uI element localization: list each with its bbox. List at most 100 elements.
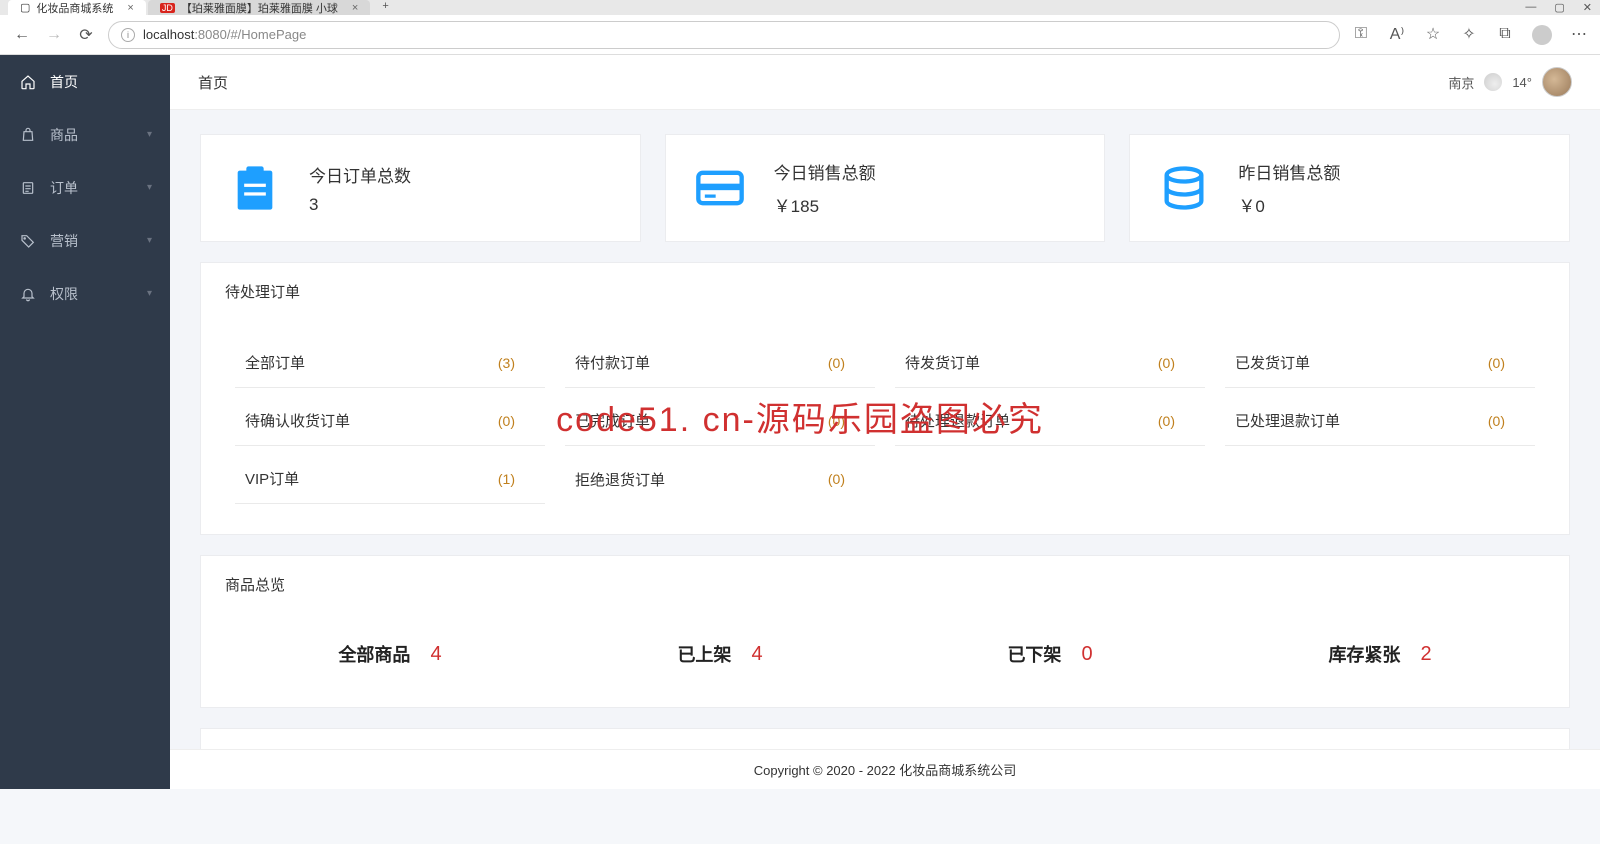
pending-item-shipped[interactable]: 已发货订单(0) bbox=[1225, 330, 1535, 388]
pending-item-completed[interactable]: 已完成订单(0) bbox=[565, 388, 875, 446]
page-icon: ▢ bbox=[20, 1, 30, 14]
sidebar-item-label: 商品 bbox=[50, 125, 78, 145]
address-bar[interactable]: i localhost:8080/#/HomePage bbox=[108, 21, 1340, 49]
sidebar-item-home[interactable]: 首页 bbox=[0, 55, 170, 108]
sidebar-item-permission[interactable]: 权限 ▾ bbox=[0, 267, 170, 320]
pending-item-refund-pending[interactable]: 待处理退款订单(0) bbox=[895, 388, 1205, 446]
sidebar-item-order[interactable]: 订单 ▾ bbox=[0, 161, 170, 214]
stat-card-today-sales: 今日销售总额 ￥185 bbox=[665, 134, 1106, 242]
goods-label: 全部商品 bbox=[338, 641, 410, 667]
sidebar-item-product[interactable]: 商品 ▾ bbox=[0, 108, 170, 161]
weather-icon bbox=[1484, 73, 1502, 91]
pending-label: 待付款订单 bbox=[575, 352, 650, 373]
more-icon[interactable]: ⋯ bbox=[1570, 25, 1588, 43]
card-icon bbox=[694, 162, 746, 214]
pending-count: (0) bbox=[828, 413, 845, 429]
pending-label: 已发货订单 bbox=[1235, 352, 1310, 373]
pending-item-all[interactable]: 全部订单 (3) bbox=[235, 330, 545, 388]
goods-label: 已下架 bbox=[1007, 641, 1061, 667]
browser-tab-strip: ▢ 化妆品商城系统 × JD 【珀莱雅面膜】珀莱雅面膜 小球 × + — ▢ ✕ bbox=[0, 0, 1600, 15]
browser-tab-active[interactable]: ▢ 化妆品商城系统 × bbox=[8, 0, 146, 15]
pending-item-vip[interactable]: VIP订单 (1) bbox=[235, 446, 545, 504]
chevron-down-icon: ▾ bbox=[147, 288, 152, 299]
goods-on-shelf[interactable]: 已上架 4 bbox=[555, 641, 885, 667]
pending-label: 已处理退款订单 bbox=[1235, 410, 1340, 431]
goods-all[interactable]: 全部商品 4 bbox=[225, 641, 555, 667]
goods-label: 库存紧张 bbox=[1328, 641, 1400, 667]
pending-item-unshipped[interactable]: 待发货订单(0) bbox=[895, 330, 1205, 388]
stat-value: ￥185 bbox=[774, 192, 876, 217]
pending-label: 待确认收货订单 bbox=[245, 410, 350, 431]
goods-value: 2 bbox=[1420, 643, 1431, 666]
chevron-down-icon: ▾ bbox=[147, 129, 152, 140]
goods-label: 已上架 bbox=[677, 641, 731, 667]
pending-label: 待处理退款订单 bbox=[905, 410, 1010, 431]
new-tab-button[interactable]: + bbox=[372, 0, 398, 15]
avatar[interactable] bbox=[1542, 67, 1572, 97]
panel-title: 订单统计 bbox=[201, 729, 1569, 749]
sidebar-item-label: 权限 bbox=[50, 284, 78, 304]
close-icon[interactable]: ✕ bbox=[1583, 1, 1592, 14]
copyright: Copyright © 2020 - 2022 化妆品商城系统公司 bbox=[754, 760, 1016, 779]
url-text: localhost:8080/#/HomePage bbox=[143, 27, 306, 42]
clipboard-icon bbox=[229, 162, 281, 214]
pending-item-unpaid[interactable]: 待付款订单(0) bbox=[565, 330, 875, 388]
maximize-icon[interactable]: ▢ bbox=[1554, 1, 1564, 14]
favorite-icon[interactable]: ☆ bbox=[1424, 25, 1442, 43]
forward-button: → bbox=[44, 25, 64, 45]
panel-title: 待处理订单 bbox=[201, 263, 1569, 320]
read-aloud-icon[interactable]: A⁾ bbox=[1388, 25, 1406, 43]
sidebar-item-label: 订单 bbox=[50, 178, 78, 198]
order-stats-panel: 订单统计 本月涨幅 下降 ◉ 订单数量 ○ 订单金额 📅 2022 11 01 … bbox=[200, 728, 1570, 749]
collections-icon[interactable]: ✧ bbox=[1460, 25, 1478, 43]
goods-low-stock[interactable]: 库存紧张 2 bbox=[1215, 641, 1545, 667]
weather-city: 南京 bbox=[1448, 73, 1474, 92]
goods-value: 4 bbox=[430, 643, 441, 666]
tag-icon bbox=[20, 233, 36, 249]
stat-label: 今日订单总数 bbox=[309, 162, 411, 187]
goods-off-shelf[interactable]: 已下架 0 bbox=[885, 641, 1215, 667]
tab-close-icon[interactable]: × bbox=[352, 2, 358, 14]
pending-count: (0) bbox=[828, 471, 845, 487]
pending-count: (0) bbox=[498, 413, 515, 429]
minimize-icon[interactable]: — bbox=[1525, 1, 1536, 14]
pending-label: VIP订单 bbox=[245, 468, 299, 489]
tab-close-icon[interactable]: × bbox=[127, 2, 133, 14]
weather-temp: 14° bbox=[1512, 75, 1532, 90]
site-info-icon[interactable]: i bbox=[121, 28, 135, 42]
extensions-icon[interactable]: ⧉ bbox=[1496, 25, 1514, 43]
back-button[interactable]: ← bbox=[12, 25, 32, 45]
pending-item-refund-done[interactable]: 已处理退款订单 (0) bbox=[1225, 388, 1535, 446]
stat-card-yesterday-sales: 昨日销售总额 ￥0 bbox=[1129, 134, 1570, 242]
key-icon[interactable]: ⚿ bbox=[1352, 25, 1370, 43]
pending-count: (1) bbox=[498, 471, 515, 487]
stat-card-today-orders: 今日订单总数 3 bbox=[200, 134, 641, 242]
sidebar-item-label: 首页 bbox=[50, 72, 78, 92]
pending-item-refuse-return[interactable]: 拒绝退货订单(0) bbox=[565, 446, 875, 504]
home-icon bbox=[20, 74, 36, 90]
pending-count: (3) bbox=[498, 355, 515, 371]
chevron-down-icon: ▾ bbox=[147, 235, 152, 246]
pending-label: 待发货订单 bbox=[905, 352, 980, 373]
sidebar-item-marketing[interactable]: 营销 ▾ bbox=[0, 214, 170, 267]
goods-overview-panel: 商品总览 全部商品4 已上架4 已下架0 库存紧张2 bbox=[200, 555, 1570, 708]
topbar: 首页 南京 14° bbox=[170, 55, 1600, 110]
stat-value: 3 bbox=[309, 195, 411, 215]
database-icon bbox=[1158, 162, 1210, 214]
reload-button[interactable]: ⟳ bbox=[76, 25, 96, 45]
browser-toolbar: ← → ⟳ i localhost:8080/#/HomePage ⚿ A⁾ ☆… bbox=[0, 15, 1600, 55]
pending-count: (0) bbox=[1488, 413, 1505, 429]
tab-title: 【珀莱雅面膜】珀莱雅面膜 小球 bbox=[181, 0, 338, 16]
pending-label: 全部订单 bbox=[245, 352, 305, 373]
goods-value: 4 bbox=[751, 643, 762, 666]
stat-label: 昨日销售总额 bbox=[1238, 159, 1340, 184]
bag-icon bbox=[20, 127, 36, 143]
goods-value: 0 bbox=[1081, 643, 1092, 666]
page-title: 首页 bbox=[198, 72, 228, 93]
tab-title: 化妆品商城系统 bbox=[36, 0, 113, 16]
browser-tab-inactive[interactable]: JD 【珀莱雅面膜】珀莱雅面膜 小球 × bbox=[148, 0, 371, 15]
sidebar-item-label: 营销 bbox=[50, 231, 78, 251]
profile-icon[interactable] bbox=[1532, 25, 1552, 45]
chevron-down-icon: ▾ bbox=[147, 182, 152, 193]
pending-item-to-confirm[interactable]: 待确认收货订单 (0) bbox=[235, 388, 545, 446]
